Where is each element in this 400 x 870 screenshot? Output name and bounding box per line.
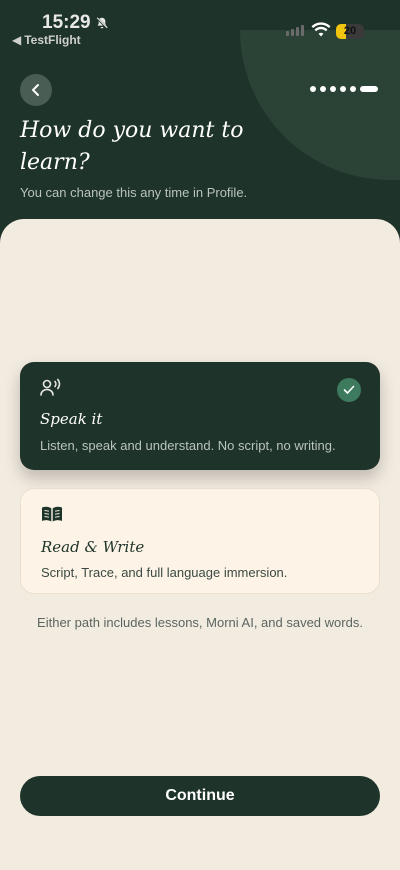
wifi-icon <box>311 22 331 37</box>
option-card-speak[interactable]: Speak it Listen, speak and understand. N… <box>20 362 380 470</box>
page-subtitle: You can change this any time in Profile. <box>20 185 248 200</box>
open-book-icon <box>42 506 62 522</box>
progress-dot <box>340 86 346 92</box>
status-time-text: 15:29 <box>42 12 91 33</box>
bell-muted-icon <box>95 16 108 30</box>
decorative-shape <box>240 30 400 180</box>
progress-dot <box>350 86 356 92</box>
progress-dot <box>330 86 336 92</box>
back-triangle-icon: ◀ <box>12 33 22 47</box>
progress-dot <box>320 86 326 92</box>
progress-current-step <box>360 86 378 92</box>
progress-dot <box>310 86 316 92</box>
status-bar: 15:29 ◀ TestFlight 20 <box>0 0 400 50</box>
chevron-left-icon <box>32 84 39 96</box>
continue-button[interactable]: Continue <box>20 776 380 816</box>
option-description: Listen, speak and understand. No script,… <box>40 438 336 453</box>
selected-check-icon <box>337 378 361 402</box>
speaking-person-icon <box>40 378 61 396</box>
option-title: Speak it <box>40 410 103 428</box>
option-title: Read & Write <box>41 538 145 556</box>
step-progress-indicator <box>310 86 378 92</box>
back-app-label: TestFlight <box>24 33 81 47</box>
cellular-signal-icon <box>286 25 304 36</box>
page-title: How do you want to learn? <box>20 118 244 175</box>
option-card-read-write[interactable]: Read & Write Script, Trace, and full lan… <box>20 488 380 594</box>
battery-percent: 20 <box>343 25 357 37</box>
status-time: 15:29 <box>42 12 109 34</box>
battery-indicator: 20 <box>336 24 364 39</box>
back-to-app-link[interactable]: ◀ TestFlight <box>12 33 81 47</box>
footnote-text: Either path includes lessons, Morni AI, … <box>37 615 363 630</box>
option-description: Script, Trace, and full language immersi… <box>41 565 288 580</box>
back-button[interactable] <box>20 74 52 106</box>
